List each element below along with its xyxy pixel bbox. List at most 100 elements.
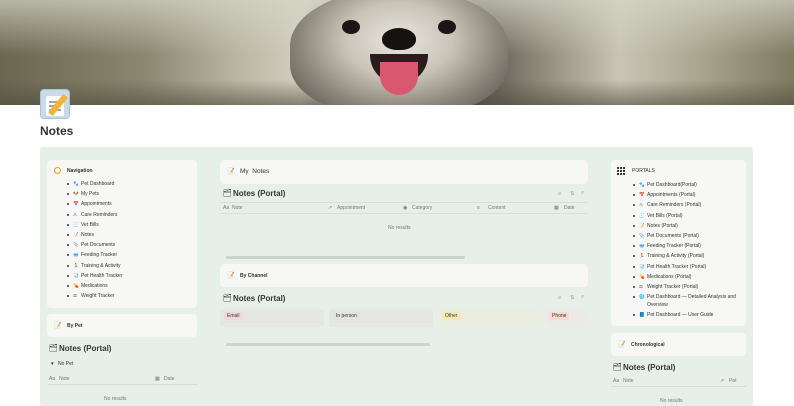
- database-icon: 🗂: [223, 190, 232, 197]
- memo-icon: 📝: [54, 323, 62, 329]
- memo-pencil-icon[interactable]: [40, 89, 70, 119]
- col-pet[interactable]: Pet: [729, 378, 737, 384]
- text-icon: Aa: [613, 378, 620, 384]
- nav-item-pet-health-tracker[interactable]: 🩺 Pet Health Tracker: [67, 271, 122, 281]
- portal-item-vet-bills[interactable]: 🧾 Vet Bills (Portal): [633, 211, 738, 221]
- navigation-card: Navigation 🐾 Pet Dashboard 🐶 My Pets 📅 Appo…: [47, 160, 197, 308]
- chronological-header[interactable]: 📝 Chronological: [611, 333, 746, 356]
- stethoscope-icon: 🩺: [639, 263, 645, 269]
- nav-item-pet-documents[interactable]: 📎 Pet Documents: [67, 240, 122, 250]
- portal-item-pet-health-tracker[interactable]: 🩺 Pet Health Tracker (Portal): [633, 262, 738, 272]
- portal-item-training-activity[interactable]: 🏃 Training & Activity (Portal): [633, 251, 738, 261]
- search-icon[interactable]: ⌕: [581, 294, 584, 301]
- by-channel-header[interactable]: 📝 By Channel: [220, 264, 588, 287]
- sort-icon[interactable]: ⇅: [570, 295, 575, 301]
- col-category[interactable]: Category: [412, 205, 432, 211]
- empty-state: No results: [104, 396, 127, 402]
- running-icon: 🏃: [73, 262, 79, 268]
- nav-item-vet-bills[interactable]: 🧾 Vet Bills: [67, 220, 122, 230]
- relation-icon: ↗: [328, 205, 333, 211]
- database-icon: 🗂: [613, 364, 622, 371]
- col-appointment[interactable]: Appointment: [337, 205, 365, 211]
- relation-icon: ↗: [720, 378, 725, 384]
- navigation-title: Navigation: [67, 168, 93, 174]
- portal-item-detailed-analysis[interactable]: 🌐 Pet Dashboard — Detailed Analysis and O…: [633, 292, 738, 310]
- note-icon: 📝: [73, 231, 79, 237]
- by-pet-db-title[interactable]: Notes (Portal): [59, 344, 111, 353]
- empty-state: No results: [660, 398, 683, 404]
- horizontal-scrollbar[interactable]: [226, 256, 465, 259]
- scale-icon: ⚖: [73, 293, 78, 299]
- book-icon: 📘: [639, 312, 645, 318]
- portal-item-medications[interactable]: 💊 Medications (Portal): [633, 272, 738, 282]
- board-column-email[interactable]: Email: [220, 309, 324, 327]
- text-icon: Aa: [223, 205, 230, 211]
- select-icon: ◉: [403, 205, 408, 211]
- chronological-db-title[interactable]: Notes (Portal): [623, 363, 675, 372]
- by-pet-header[interactable]: 📝 By Pet: [47, 314, 197, 337]
- globe-icon: 🌐: [639, 294, 645, 300]
- sort-icon[interactable]: ⇅: [570, 191, 575, 197]
- nav-item-medications[interactable]: 💊 Medications: [67, 281, 122, 291]
- memo-icon: 📝: [618, 342, 626, 348]
- nav-item-my-pets[interactable]: 🐶 My Pets: [67, 189, 122, 199]
- warning-icon: ⚠: [639, 202, 644, 208]
- notes-layout: Navigation 🐾 Pet Dashboard 🐶 My Pets 📅 Appo…: [40, 147, 753, 406]
- col-date[interactable]: Date: [564, 205, 575, 211]
- portal-item-weight-tracker[interactable]: ⚖ Weight Tracker (Portal): [633, 282, 738, 292]
- scale-icon: ⚖: [639, 283, 644, 289]
- my-notes-db-title[interactable]: Notes (Portal): [233, 189, 285, 198]
- filter-icon[interactable]: ≡: [558, 295, 561, 301]
- calendar-icon: 📅: [73, 201, 79, 207]
- warning-icon: ⚠: [73, 211, 78, 217]
- horizontal-scrollbar[interactable]: [226, 343, 430, 346]
- paperclip-icon: 📎: [73, 242, 79, 248]
- col-note[interactable]: Note: [59, 376, 70, 382]
- triangle-down-icon[interactable]: ▼: [50, 361, 55, 366]
- board-column-other[interactable]: Other: [438, 309, 540, 327]
- by-channel-db-title[interactable]: Notes (Portal): [233, 294, 285, 303]
- database-icon: 🗂: [49, 345, 58, 352]
- nav-item-training-activity[interactable]: 🏃 Training & Activity: [67, 261, 122, 271]
- portal-item-user-guide[interactable]: 📘 Pet Dashboard — User Guide: [633, 310, 738, 320]
- pill-icon: 💊: [639, 273, 645, 279]
- col-note[interactable]: Note: [623, 378, 634, 384]
- portal-item-feeding-tracker[interactable]: 🥣 Feeding Tracker (Portal): [633, 241, 738, 251]
- text-icon: Aa: [49, 376, 56, 382]
- portal-item-pet-documents[interactable]: 📎 Pet Documents (Portal): [633, 231, 738, 241]
- lines-icon: ≡: [477, 205, 480, 211]
- nav-item-notes[interactable]: 📝 Notes: [67, 230, 122, 240]
- calendar-icon: 📅: [639, 192, 645, 198]
- col-note[interactable]: Note: [232, 205, 243, 211]
- nav-item-feeding-tracker[interactable]: 🥣 Feeding Tracker: [67, 250, 122, 260]
- col-content[interactable]: Content: [488, 205, 506, 211]
- board-column-in-person[interactable]: In person: [329, 309, 433, 327]
- running-icon: 🏃: [639, 253, 645, 259]
- empty-state: No results: [388, 225, 411, 231]
- dog-photo: [290, 0, 508, 105]
- group-no-pet[interactable]: No Pet: [58, 361, 73, 367]
- portal-item-notes[interactable]: 📝 Notes (Portal): [633, 221, 738, 231]
- portal-item-care-reminders[interactable]: ⚠ Care Reminders (Portal): [633, 200, 738, 210]
- search-icon[interactable]: ⌕: [581, 190, 584, 197]
- memo-icon: 📝: [227, 273, 235, 279]
- my-notes-header[interactable]: 📝 My Notes: [220, 160, 588, 184]
- paw-icon: 🐾: [639, 182, 645, 187]
- portals-card: PORTALS 🐾 Pet Dashboard(Portal) 📅 Appointm…: [611, 160, 746, 326]
- col-date[interactable]: Date: [164, 376, 175, 382]
- receipt-icon: 🧾: [639, 212, 645, 218]
- nav-item-care-reminders[interactable]: ⚠ Care Reminders: [67, 210, 122, 220]
- portal-item-pet-dashboard[interactable]: 🐾 Pet Dashboard(Portal): [633, 180, 738, 190]
- board-column-phone[interactable]: Phone: [545, 309, 588, 327]
- navigation-list: 🐾 Pet Dashboard 🐶 My Pets 📅 Appointments ⚠ C…: [67, 179, 122, 301]
- pill-icon: 💊: [73, 282, 79, 288]
- portals-title: PORTALS: [632, 168, 655, 174]
- bowl-icon: 🥣: [73, 252, 79, 258]
- portals-list: 🐾 Pet Dashboard(Portal) 📅 Appointments (Po…: [633, 180, 738, 320]
- nav-item-pet-dashboard[interactable]: 🐾 Pet Dashboard: [67, 179, 122, 189]
- bowl-icon: 🥣: [639, 243, 645, 249]
- nav-item-weight-tracker[interactable]: ⚖ Weight Tracker: [67, 291, 122, 301]
- portal-item-appointments[interactable]: 📅 Appointments (Portal): [633, 190, 738, 200]
- nav-item-appointments[interactable]: 📅 Appointments: [67, 199, 122, 209]
- filter-icon[interactable]: ≡: [558, 191, 561, 197]
